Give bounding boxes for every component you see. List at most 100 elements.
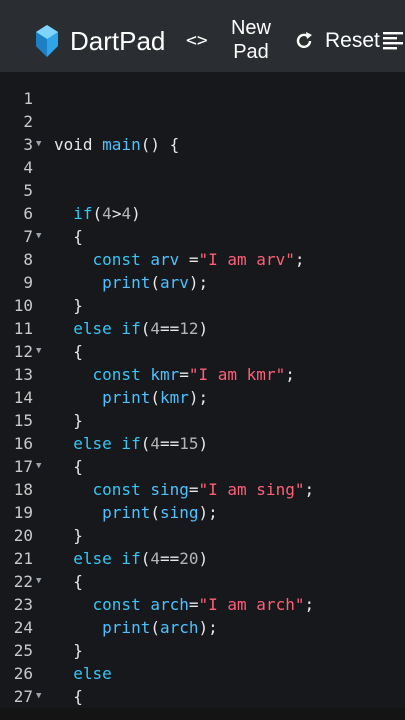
fold-toggle-icon[interactable]: ▼ — [36, 455, 41, 478]
code-line[interactable]: 13 const kmr="I am kmr"; — [0, 363, 405, 386]
horizontal-scrollbar[interactable] — [0, 708, 405, 720]
code-token: } — [54, 526, 83, 545]
code-token: ; — [304, 595, 315, 614]
new-pad-label-line2: Pad — [233, 41, 269, 63]
code-token: 4 — [150, 434, 160, 453]
new-pad-button[interactable]: New Pad — [224, 16, 278, 64]
code-line[interactable]: 11 else if(4==12) — [0, 317, 405, 340]
code-token: 4 — [102, 204, 112, 223]
code-token: arch — [159, 618, 199, 637]
code-line[interactable]: 10 } — [0, 294, 405, 317]
line-number: 13 — [13, 365, 33, 384]
code-line[interactable]: 25 } — [0, 639, 405, 662]
code-line[interactable]: 24 print(arch); — [0, 616, 405, 639]
code-token: ( — [140, 434, 151, 453]
code-text: } — [54, 639, 83, 662]
code-token: "I am sing" — [198, 480, 305, 499]
menu-icon[interactable] — [383, 32, 403, 50]
fold-toggle-icon[interactable]: ▼ — [36, 133, 41, 156]
code-token: { — [54, 572, 83, 591]
code-token: const — [54, 365, 151, 384]
code-line[interactable]: 20 } — [0, 524, 405, 547]
code-line[interactable]: 16 else if(4==15) — [0, 432, 405, 455]
code-token: == — [159, 434, 180, 453]
code-token: "I am arch" — [198, 595, 305, 614]
code-token: else if — [54, 434, 141, 453]
code-line[interactable]: 9 print(arv); — [0, 271, 405, 294]
code-token: = — [179, 365, 189, 384]
code-line[interactable]: 7 ▼ { — [0, 225, 405, 248]
code-token: ); — [188, 273, 209, 292]
code-line[interactable]: 6 if(4>4) — [0, 202, 405, 225]
code-line[interactable]: 21 else if(4==20) — [0, 547, 405, 570]
code-token: == — [159, 549, 180, 568]
line-number: 5 — [23, 181, 33, 200]
line-number: 11 — [13, 319, 33, 338]
code-line[interactable]: 1 — [0, 87, 405, 110]
code-token: == — [159, 319, 180, 338]
line-number: 24 — [13, 618, 33, 637]
code-token: ; — [304, 480, 315, 499]
code-token: kmr — [159, 388, 189, 407]
code-line[interactable]: 14 print(kmr); — [0, 386, 405, 409]
code-token: ); — [198, 618, 218, 637]
code-line[interactable]: 27 ▼ { — [0, 685, 405, 708]
code-token: 4 — [150, 319, 160, 338]
line-number: 2 — [23, 112, 33, 131]
code-line[interactable]: 26 else — [0, 662, 405, 685]
dart-logo-icon[interactable] — [32, 24, 62, 58]
code-text: print(kmr); — [54, 386, 208, 409]
line-number: 15 — [13, 411, 33, 430]
code-token: main — [102, 135, 141, 154]
line-number: 21 — [13, 549, 33, 568]
line-number: 3 — [23, 135, 33, 154]
line-number: 23 — [13, 595, 33, 614]
code-token: ( — [150, 273, 160, 292]
code-text: { — [54, 340, 83, 363]
reset-button[interactable]: Reset — [325, 28, 380, 54]
code-token: ) — [198, 434, 209, 453]
code-token: print — [54, 618, 151, 637]
code-token: ) — [198, 549, 209, 568]
code-line[interactable]: 15 } — [0, 409, 405, 432]
code-token: const — [54, 480, 151, 499]
line-number: 14 — [13, 388, 33, 407]
line-number: 12 — [13, 342, 33, 361]
code-text: print(arch); — [54, 616, 218, 639]
fold-toggle-icon[interactable]: ▼ — [36, 570, 41, 593]
code-token: { — [54, 687, 83, 706]
fold-toggle-icon[interactable]: ▼ — [36, 225, 41, 248]
code-token: ( — [140, 549, 151, 568]
code-text: else — [54, 662, 112, 685]
code-line[interactable]: 8 const arv ="I am arv"; — [0, 248, 405, 271]
app-title[interactable]: DartPad — [70, 24, 165, 58]
code-token: } — [54, 296, 83, 315]
code-icon[interactable]: <> — [186, 30, 208, 52]
line-number: 19 — [13, 503, 33, 522]
line-number: 7 — [23, 227, 33, 246]
code-line[interactable]: 17 ▼ { — [0, 455, 405, 478]
code-line[interactable]: 19 print(sing); — [0, 501, 405, 524]
code-line[interactable]: 5 — [0, 179, 405, 202]
fold-toggle-icon[interactable]: ▼ — [36, 685, 41, 708]
line-number: 8 — [23, 250, 33, 269]
code-line[interactable]: 23 const arch="I am arch"; — [0, 593, 405, 616]
code-token: ) — [131, 204, 141, 223]
code-editor[interactable]: 1 2 3 ▼ void main() {4 5 6 if(4>4) 7 ▼ {8 const … — [0, 72, 405, 708]
refresh-icon[interactable] — [294, 31, 314, 51]
line-number: 25 — [13, 641, 33, 660]
line-number: 6 — [23, 204, 33, 223]
fold-toggle-icon[interactable]: ▼ — [36, 340, 41, 363]
code-token: ( — [150, 388, 160, 407]
code-line[interactable]: 18 const sing="I am sing"; — [0, 478, 405, 501]
code-line[interactable]: 3 ▼ void main() { — [0, 133, 405, 156]
code-line[interactable]: 2 — [0, 110, 405, 133]
code-text: { — [54, 455, 83, 478]
code-line[interactable]: 12 ▼ { — [0, 340, 405, 363]
code-line[interactable]: 4 — [0, 156, 405, 179]
code-token: arv — [150, 250, 189, 269]
code-token: ) — [198, 319, 209, 338]
code-text: } — [54, 409, 83, 432]
code-token: "I am kmr" — [188, 365, 286, 384]
code-line[interactable]: 22 ▼ { — [0, 570, 405, 593]
